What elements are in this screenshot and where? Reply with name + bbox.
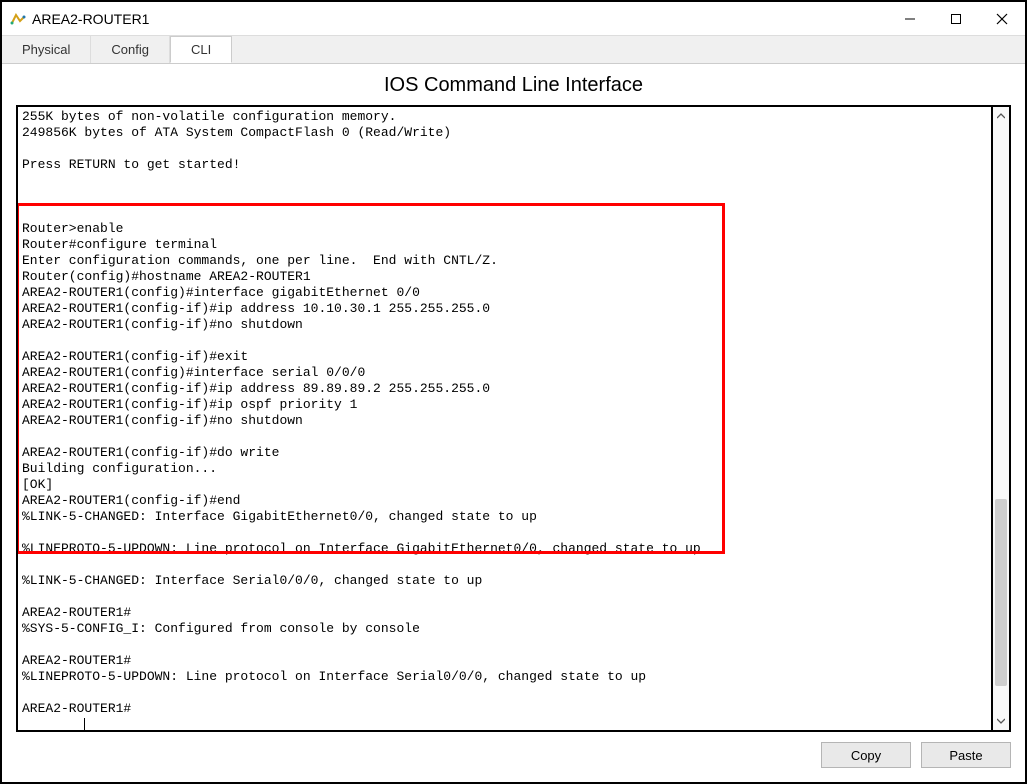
app-icon <box>10 11 26 27</box>
scroll-thumb[interactable] <box>995 499 1007 686</box>
maximize-button[interactable] <box>933 3 979 35</box>
app-window: AREA2-ROUTER1 Physical Config CLI IOS Co… <box>0 0 1027 784</box>
copy-button[interactable]: Copy <box>821 742 911 768</box>
title-bar: AREA2-ROUTER1 <box>2 2 1025 36</box>
window-title: AREA2-ROUTER1 <box>32 11 149 27</box>
button-row: Copy Paste <box>16 742 1011 768</box>
minimize-button[interactable] <box>887 3 933 35</box>
vertical-scrollbar[interactable] <box>993 105 1011 732</box>
chevron-down-icon <box>997 717 1005 725</box>
page-title: IOS Command Line Interface <box>16 74 1011 97</box>
tab-bar: Physical Config CLI <box>2 36 1025 64</box>
paste-button[interactable]: Paste <box>921 742 1011 768</box>
scroll-up-arrow[interactable] <box>993 107 1009 125</box>
tab-physical[interactable]: Physical <box>2 36 91 63</box>
terminal-text: 255K bytes of non-volatile configuration… <box>22 109 701 716</box>
tab-cli[interactable]: CLI <box>170 36 232 63</box>
scroll-down-arrow[interactable] <box>993 712 1009 730</box>
cli-terminal[interactable]: 255K bytes of non-volatile configuration… <box>16 105 993 732</box>
window-controls <box>887 3 1025 35</box>
minimize-icon <box>904 13 916 25</box>
close-icon <box>996 13 1008 25</box>
maximize-icon <box>950 13 962 25</box>
terminal-container: 255K bytes of non-volatile configuration… <box>16 105 1011 732</box>
tab-config[interactable]: Config <box>91 36 170 63</box>
content-area: IOS Command Line Interface 255K bytes of… <box>2 64 1025 782</box>
text-cursor <box>84 718 85 732</box>
chevron-up-icon <box>997 112 1005 120</box>
close-button[interactable] <box>979 3 1025 35</box>
